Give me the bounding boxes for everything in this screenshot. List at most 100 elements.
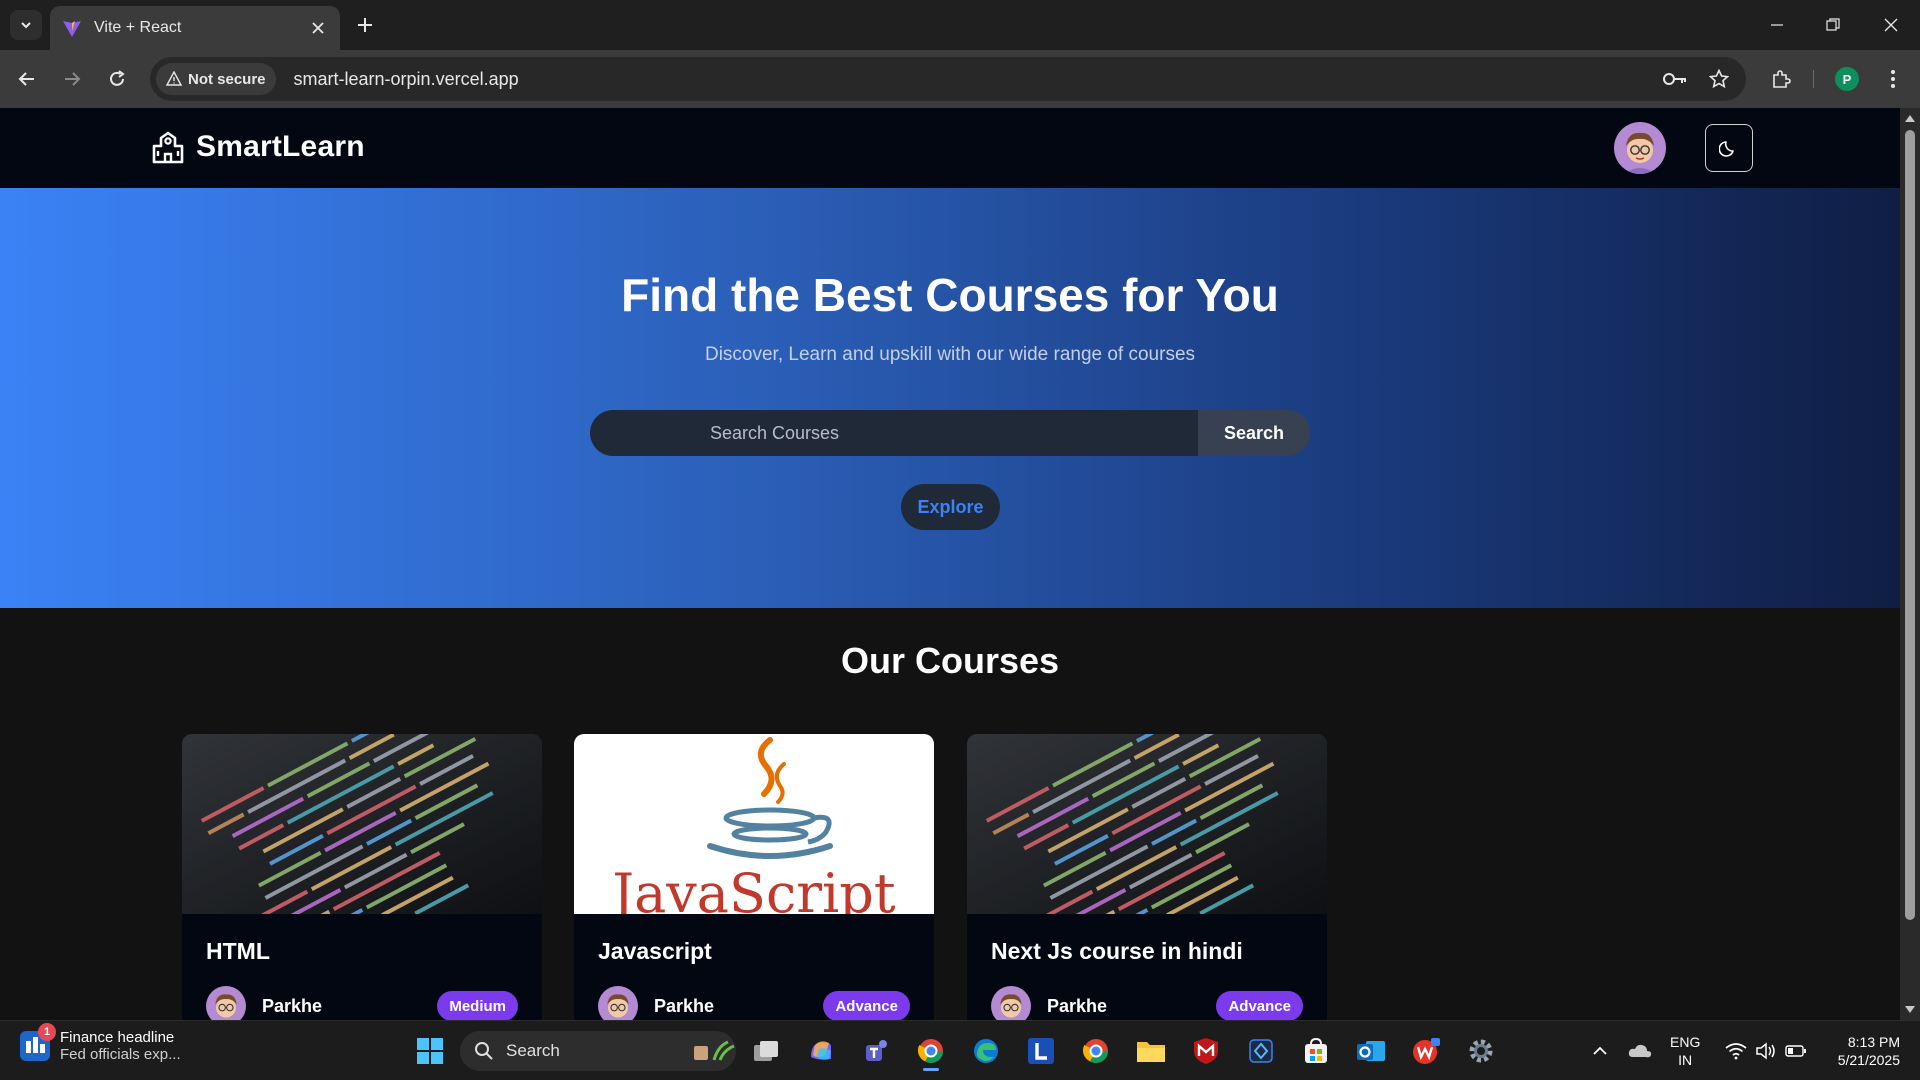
- reload-button[interactable]: [100, 62, 134, 96]
- courses-heading: Our Courses: [840, 640, 1060, 681]
- show-hidden-icons-button[interactable]: [1580, 1031, 1620, 1071]
- course-title: HTML: [206, 938, 270, 964]
- chrome-profile-button[interactable]: [1076, 1031, 1116, 1071]
- reload-icon: [110, 70, 125, 86]
- user-avatar[interactable]: [1614, 122, 1666, 174]
- teams-button[interactable]: [856, 1031, 896, 1071]
- author-avatar: [991, 986, 1031, 1020]
- wps-office-icon: [1413, 1038, 1440, 1064]
- security-label: Not secure: [188, 70, 266, 88]
- task-view-button[interactable]: [746, 1031, 786, 1071]
- toolbar-separator: [1813, 70, 1814, 88]
- news-subtitle: Fed officials exp...: [60, 1046, 181, 1063]
- scroll-down-arrow-icon[interactable]: [1904, 1004, 1916, 1016]
- course-search-input[interactable]: [590, 410, 1198, 456]
- course-card[interactable]: JavaScript Javascript Parkhe Advance: [574, 734, 934, 1020]
- taskbar-search-label: Search: [506, 1041, 560, 1060]
- chrome-button-active[interactable]: [911, 1031, 951, 1071]
- vite-logo-icon: [62, 18, 82, 38]
- theme-toggle-button[interactable]: [1705, 124, 1753, 172]
- javascript-thumbnail-text: JavaScript: [607, 862, 895, 914]
- brand-logo[interactable]: SmartLearn: [150, 130, 365, 164]
- bookmark-star-icon[interactable]: [1702, 62, 1736, 96]
- author-avatar: [598, 986, 638, 1020]
- battery-status[interactable]: [1776, 1031, 1816, 1071]
- settings-app-button[interactable]: [1241, 1031, 1281, 1071]
- url-text[interactable]: smart-learn-orpin.vercel.app: [294, 69, 1658, 90]
- browser-toolbar: Not secure smart-learn-orpin.vercel.app …: [0, 50, 1920, 108]
- author-name: Parkhe: [654, 995, 715, 1016]
- site-navbar: SmartLearn: [0, 108, 1900, 188]
- course-card[interactable]: Next Js course in hindi Parkhe Advance: [967, 734, 1327, 1020]
- arrow-right-icon: [65, 72, 81, 86]
- page-scrollbar[interactable]: [1900, 108, 1920, 1020]
- chevron-up-icon: [1593, 1046, 1607, 1055]
- profile-button[interactable]: P: [1830, 62, 1864, 96]
- windows-logo-icon: [417, 1038, 443, 1064]
- minimize-icon: [1771, 24, 1783, 26]
- system-clock[interactable]: 8:13 PM 5/21/2025: [1820, 1033, 1900, 1069]
- browser-menu-button[interactable]: [1876, 62, 1910, 96]
- settings-button[interactable]: [1461, 1031, 1501, 1071]
- profile-avatar: P: [1835, 67, 1859, 91]
- scroll-up-arrow-icon[interactable]: [1904, 112, 1916, 124]
- level-badge: Advance: [823, 991, 910, 1020]
- language-indicator[interactable]: ENG IN: [1670, 1033, 1700, 1069]
- course-meta: Parkhe Advance: [991, 986, 1303, 1020]
- search-icon: [475, 1042, 493, 1060]
- course-title: Javascript: [598, 938, 712, 964]
- restore-button[interactable]: [1816, 8, 1850, 42]
- plus-icon: [358, 18, 372, 32]
- speaker-icon: [1756, 1042, 1775, 1060]
- address-bar[interactable]: Not secure smart-learn-orpin.vercel.app: [150, 57, 1746, 101]
- password-key-icon[interactable]: [1658, 62, 1692, 96]
- file-explorer-button[interactable]: [1131, 1031, 1171, 1071]
- l-app-button[interactable]: [1021, 1031, 1061, 1071]
- mcafee-button[interactable]: [1186, 1031, 1226, 1071]
- level-badge: Advance: [1216, 991, 1303, 1020]
- l-app-icon: [1028, 1038, 1054, 1064]
- tab-close-icon[interactable]: [304, 14, 332, 42]
- back-button[interactable]: [10, 62, 44, 96]
- store-bag-icon: [1305, 1037, 1327, 1063]
- taskbar-search[interactable]: Search: [460, 1031, 736, 1071]
- folder-icon: [1137, 1042, 1165, 1062]
- forward-button[interactable]: [55, 62, 89, 96]
- author-avatar: [206, 986, 246, 1020]
- store-button[interactable]: [1296, 1031, 1336, 1071]
- scroll-thumb[interactable]: [1905, 130, 1915, 920]
- extensions-button[interactable]: [1764, 62, 1798, 96]
- hero-title: Find the Best Courses for You: [621, 269, 1279, 321]
- gear-icon: [1469, 1039, 1493, 1063]
- news-badge: 1: [38, 1023, 56, 1041]
- java-cup-logo-icon: JavaScript: [607, 737, 896, 914]
- hero-subtitle: Discover, Learn and upskill with our wid…: [704, 344, 1196, 365]
- search-button[interactable]: Search: [1198, 410, 1310, 456]
- search-highlight-icon: [694, 1040, 735, 1061]
- course-title: Next Js course in hindi: [991, 938, 1243, 964]
- explore-button[interactable]: Explore: [901, 484, 1000, 530]
- code-screen-image: [967, 734, 1327, 914]
- wps-office-button[interactable]: [1406, 1031, 1446, 1071]
- windows-taskbar: 1 Finance headline Fed officials exp... …: [0, 1020, 1920, 1080]
- outlook-button[interactable]: [1351, 1031, 1391, 1071]
- edge-icon: [974, 1039, 998, 1063]
- browser-tab-bar: Vite + React: [0, 0, 1920, 50]
- restore-icon: [1826, 18, 1840, 31]
- start-button[interactable]: [410, 1031, 450, 1071]
- course-thumbnail: [967, 734, 1327, 914]
- copilot-button[interactable]: [801, 1031, 841, 1071]
- chevron-down-icon: [21, 22, 31, 29]
- news-widget[interactable]: 1 Finance headline Fed officials exp...: [20, 1023, 181, 1063]
- security-indicator[interactable]: Not secure: [156, 63, 276, 95]
- new-tab-button[interactable]: [350, 11, 380, 39]
- close-window-button[interactable]: [1874, 8, 1908, 42]
- onedrive-button[interactable]: [1620, 1031, 1660, 1071]
- edge-button[interactable]: [966, 1031, 1006, 1071]
- news-widget-icon: 1: [20, 1023, 56, 1061]
- minimize-button[interactable]: [1760, 8, 1794, 42]
- browser-tab-active[interactable]: Vite + React: [50, 6, 340, 50]
- tab-title: Vite + React: [94, 19, 182, 36]
- tab-search-button[interactable]: [10, 10, 42, 40]
- course-card[interactable]: HTML Parkhe Medium: [182, 734, 542, 1020]
